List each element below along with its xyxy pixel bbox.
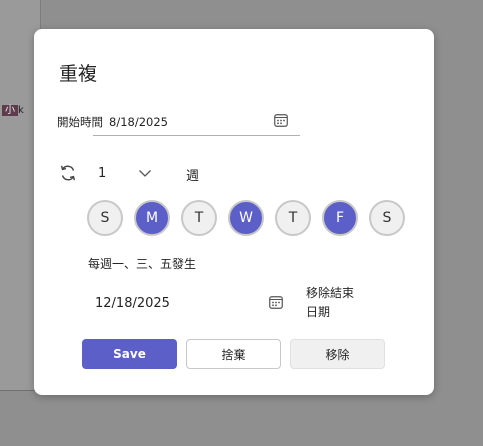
recurrence-summary: 每週一、三、五發生: [88, 257, 197, 271]
remove-button[interactable]: 移除: [290, 339, 385, 369]
remove-end-date-link[interactable]: 移除結束日期: [306, 284, 364, 322]
day-toggle-wed[interactable]: W: [228, 200, 264, 236]
day-toggle-sun[interactable]: S: [87, 200, 123, 236]
background-highlight-text: 小: [2, 105, 18, 116]
interval-value[interactable]: 1: [98, 166, 106, 181]
start-date-value: 8/18/2025: [109, 115, 168, 129]
day-toggle-tue[interactable]: T: [181, 200, 217, 236]
weekday-selector: S M T W T F S: [87, 200, 417, 240]
save-button[interactable]: Save: [82, 339, 177, 369]
day-toggle-thu[interactable]: T: [275, 200, 311, 236]
start-date-field[interactable]: 8/18/2025: [93, 109, 300, 136]
end-date-value: 12/18/2025: [95, 296, 170, 311]
end-date-field[interactable]: 12/18/2025: [89, 291, 288, 317]
recurrence-dialog: 重複 開始時間 8/18/2025 1 週 S M T W T F S 每週一、…: [34, 29, 434, 395]
discard-button[interactable]: 捨棄: [186, 339, 281, 369]
frequency-label[interactable]: 週: [186, 165, 199, 184]
dialog-title: 重複: [59, 63, 98, 85]
background-text: 小k: [2, 101, 24, 116]
recurrence-row: 1 週: [58, 163, 418, 185]
calendar-icon[interactable]: [274, 114, 288, 127]
background-trailing-text: k: [18, 105, 24, 116]
chevron-down-icon[interactable]: [138, 167, 152, 179]
day-toggle-mon[interactable]: M: [134, 200, 170, 236]
day-toggle-fri[interactable]: F: [322, 200, 358, 236]
day-toggle-sat[interactable]: S: [369, 200, 405, 236]
calendar-icon[interactable]: [269, 296, 283, 309]
repeat-icon: [60, 165, 76, 181]
